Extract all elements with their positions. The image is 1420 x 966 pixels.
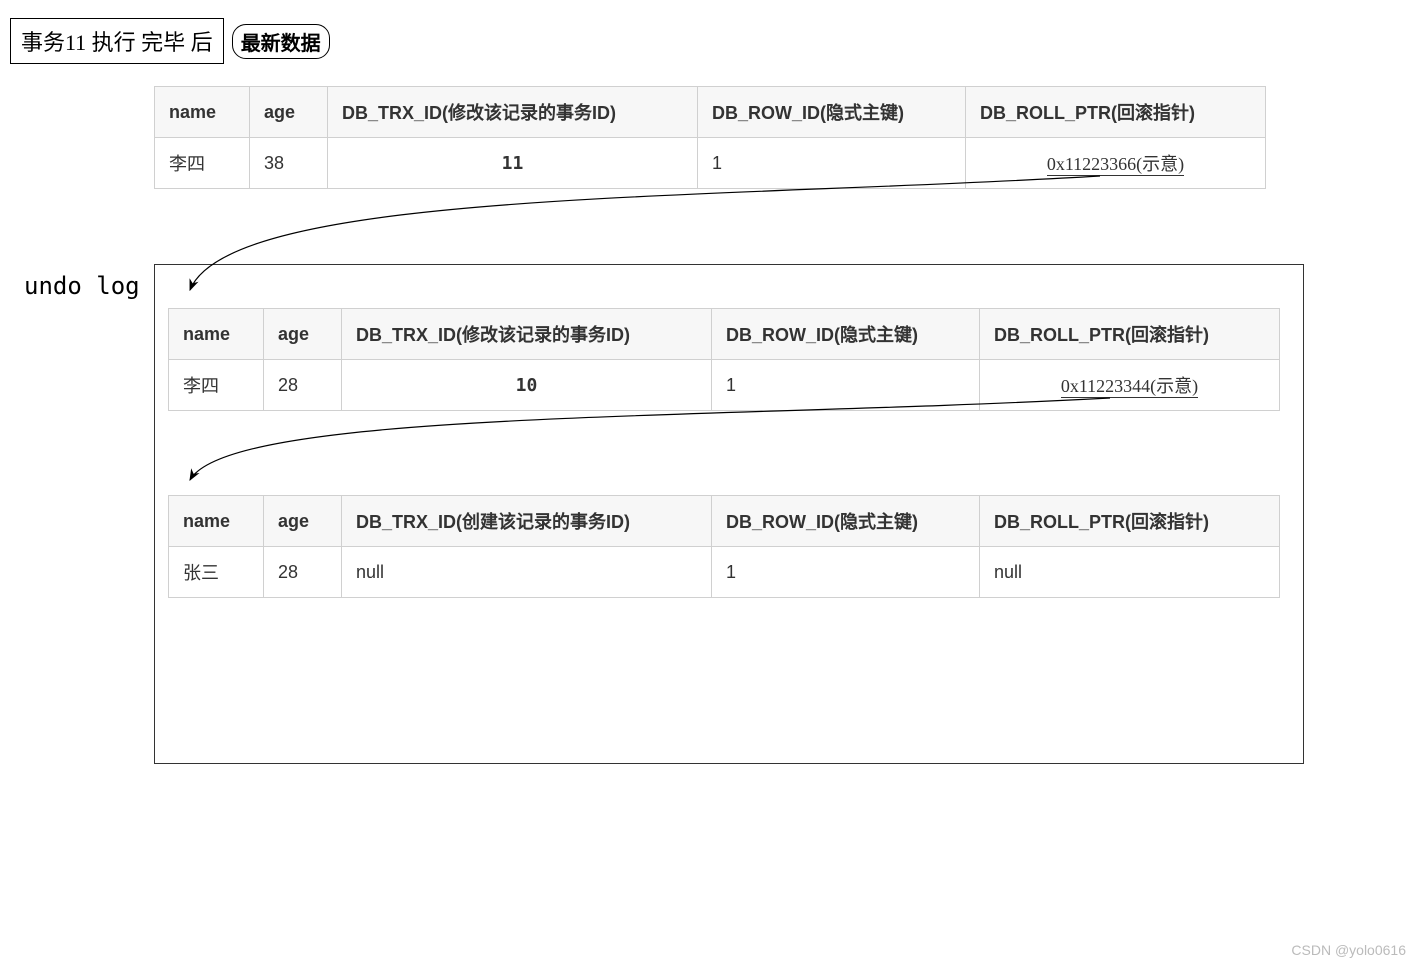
cell-age: 28 xyxy=(264,360,342,411)
cell-ptr: null xyxy=(980,547,1280,598)
watermark: CSDN @yolo0616 xyxy=(1291,942,1406,958)
table-row: 张三 28 null 1 null xyxy=(169,547,1280,598)
th-age: age xyxy=(264,496,342,547)
th-ptr: DB_ROLL_PTR(回滚指针) xyxy=(966,87,1266,138)
th-trx: DB_TRX_ID(修改该记录的事务ID) xyxy=(328,87,698,138)
cell-name: 李四 xyxy=(155,138,250,189)
table-row: name age DB_TRX_ID(创建该记录的事务ID) DB_ROW_ID… xyxy=(169,496,1280,547)
undo-log-label: undo log xyxy=(24,272,140,300)
cell-ptr: 0x11223344(示意) xyxy=(980,360,1280,411)
th-name: name xyxy=(169,309,264,360)
th-rowid: DB_ROW_ID(隐式主键) xyxy=(712,496,980,547)
table-row: 李四 38 11 1 0x11223366(示意) xyxy=(155,138,1266,189)
table-latest: name age DB_TRX_ID(修改该记录的事务ID) DB_ROW_ID… xyxy=(154,86,1266,189)
table-row: name age DB_TRX_ID(修改该记录的事务ID) DB_ROW_ID… xyxy=(169,309,1280,360)
th-name: name xyxy=(155,87,250,138)
cell-rowid: 1 xyxy=(712,547,980,598)
table-row: name age DB_TRX_ID(修改该记录的事务ID) DB_ROW_ID… xyxy=(155,87,1266,138)
cell-trx: null xyxy=(342,547,712,598)
th-ptr: DB_ROLL_PTR(回滚指针) xyxy=(980,496,1280,547)
table-undo-1: name age DB_TRX_ID(修改该记录的事务ID) DB_ROW_ID… xyxy=(168,308,1280,411)
th-age: age xyxy=(264,309,342,360)
title-row: 事务11 执行 完毕 后 最新数据 xyxy=(10,18,330,64)
table-undo-2: name age DB_TRX_ID(创建该记录的事务ID) DB_ROW_ID… xyxy=(168,495,1280,598)
cell-name: 李四 xyxy=(169,360,264,411)
title-oval: 最新数据 xyxy=(232,24,330,59)
th-name: name xyxy=(169,496,264,547)
th-rowid: DB_ROW_ID(隐式主键) xyxy=(712,309,980,360)
th-age: age xyxy=(250,87,328,138)
table-row: 李四 28 10 1 0x11223344(示意) xyxy=(169,360,1280,411)
th-rowid: DB_ROW_ID(隐式主键) xyxy=(698,87,966,138)
th-trx: DB_TRX_ID(创建该记录的事务ID) xyxy=(342,496,712,547)
cell-rowid: 1 xyxy=(712,360,980,411)
cell-rowid: 1 xyxy=(698,138,966,189)
cell-name: 张三 xyxy=(169,547,264,598)
th-trx: DB_TRX_ID(修改该记录的事务ID) xyxy=(342,309,712,360)
cell-ptr: 0x11223366(示意) xyxy=(966,138,1266,189)
cell-trx: 11 xyxy=(328,138,698,189)
cell-age: 28 xyxy=(264,547,342,598)
title-boxed: 事务11 执行 完毕 后 xyxy=(10,18,224,64)
cell-trx: 10 xyxy=(342,360,712,411)
cell-age: 38 xyxy=(250,138,328,189)
th-ptr: DB_ROLL_PTR(回滚指针) xyxy=(980,309,1280,360)
